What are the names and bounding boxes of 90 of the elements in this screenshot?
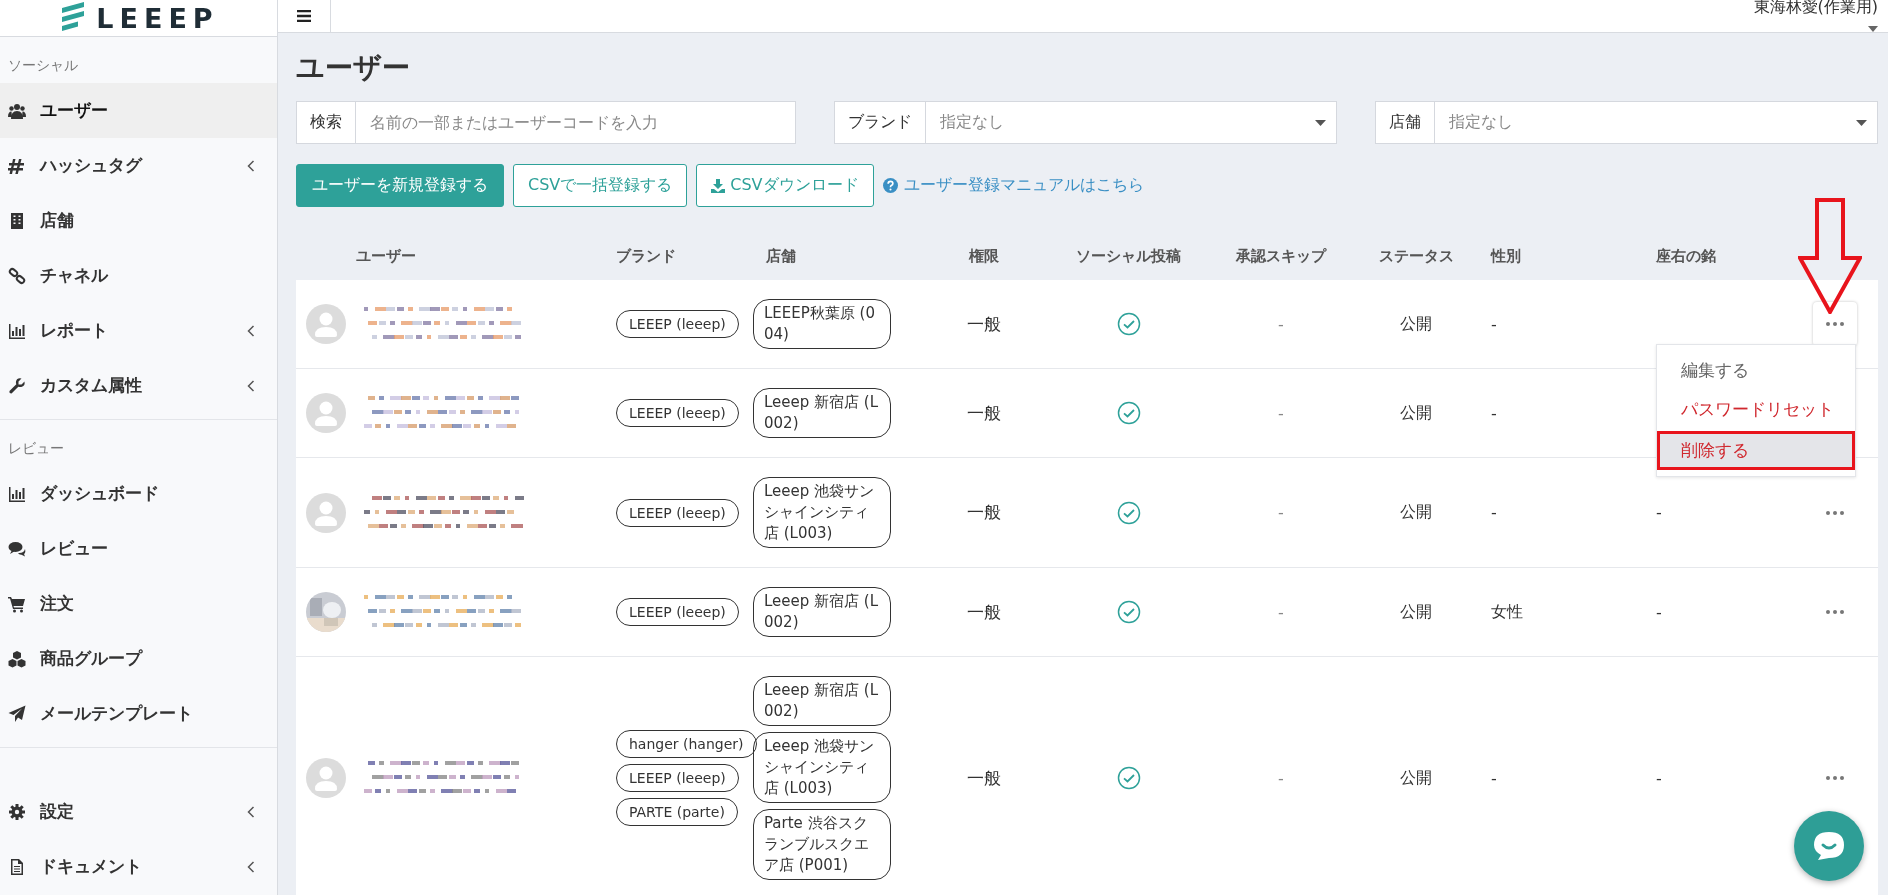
store-tag: Leeep 新宿店 (L002) (753, 676, 891, 726)
more-icon (1825, 610, 1844, 614)
column-header: 承認スキップ (1235, 246, 1328, 267)
store-tag: Leeep 池袋サンシャインシティ店 (L003) (753, 477, 891, 548)
column-header: ユーザー (355, 246, 417, 267)
sidebar-item[interactable]: 店舗 (0, 193, 277, 248)
column-header: 性別 (1489, 246, 1522, 267)
table-cell: 一般 (966, 501, 1001, 524)
table-cell: 公開 (1400, 402, 1432, 424)
store-tag: Parte 渋谷スクランブルスクエア店 (P001) (753, 809, 891, 880)
chat-icon (1812, 830, 1846, 862)
caret-icon (1315, 119, 1326, 126)
sidebar-item[interactable]: ユーザー (0, 83, 277, 138)
table-cell: 一般 (966, 600, 1001, 624)
table-cell: - (1491, 403, 1497, 423)
plane-icon (8, 704, 26, 723)
sidebar-item[interactable]: レポート (0, 303, 277, 358)
select-field[interactable]: 指定なし (1435, 101, 1878, 144)
table-cell: - (1491, 768, 1497, 788)
table-cell: - (1656, 768, 1662, 788)
sidebar-item[interactable]: 注文 (0, 576, 277, 631)
table-cell: - (1278, 768, 1284, 788)
store-tag: Leeep 池袋サンシャインシティ店 (L003) (753, 732, 891, 803)
menu-item[interactable]: パスワードリセット (1657, 390, 1855, 429)
sidebar-item[interactable]: レビュー (0, 521, 277, 576)
field-label: 検索 (296, 101, 356, 144)
download-icon (711, 178, 726, 193)
store-tag: Leeep 新宿店 (L002) (753, 587, 891, 637)
link-icon (8, 266, 26, 285)
column-header: 座右の銘 (1655, 246, 1717, 267)
more-icon (1825, 510, 1844, 515)
table-cell: - (1278, 403, 1284, 423)
comments-icon (8, 539, 26, 558)
table-cell: 一般 (966, 766, 1001, 790)
hash-icon (8, 156, 26, 175)
table-cell: - (1278, 314, 1284, 334)
table-cell: 公開 (1400, 313, 1432, 335)
table-cell: - (1278, 503, 1284, 522)
store-tag: LEEEP秋葉原 (004) (753, 299, 891, 349)
table-cell: - (1491, 503, 1497, 522)
menu-item[interactable]: 編集する (1657, 351, 1855, 390)
chart-icon (8, 321, 26, 340)
more-icon (1825, 776, 1844, 780)
column-header: ステータス (1377, 246, 1455, 267)
select-field[interactable]: 指定なし (926, 101, 1337, 144)
column-header: 店舗 (765, 246, 797, 267)
chart-icon (8, 484, 26, 503)
menu-item[interactable]: 削除する (1660, 434, 1852, 467)
sidebar-item[interactable]: ハッシュタグ (0, 138, 277, 193)
section-label: ソーシャル (7, 56, 79, 75)
table-cell: 一般 (966, 401, 1001, 425)
table-cell: - (1656, 503, 1662, 522)
section-label: レビュー (7, 439, 65, 458)
users-icon (8, 101, 26, 120)
doc-icon (8, 857, 26, 876)
table-cell: 公開 (1400, 767, 1432, 789)
menu-icon (297, 10, 311, 22)
table-cell: 公開 (1400, 502, 1432, 523)
wrench-icon (8, 376, 26, 395)
table-cell: - (1491, 314, 1497, 334)
cubes-icon (8, 649, 26, 668)
store-tag: Leeep 新宿店 (L002) (753, 388, 891, 438)
search-field[interactable]: 名前の一部またはユーザーコードを入力 (356, 101, 796, 144)
more-icon (1825, 322, 1844, 326)
sidebar-item[interactable]: カスタム属性 (0, 358, 277, 413)
cart-icon (8, 594, 26, 613)
sidebar-item[interactable]: ドキュメント (0, 839, 277, 894)
sidebar-item[interactable]: 商品グループ (0, 631, 277, 686)
field-label: 店舗 (1375, 101, 1435, 144)
sidebar-item[interactable]: ダッシュボード (0, 466, 277, 521)
caret-icon[interactable] (1868, 26, 1878, 32)
table-cell: - (1278, 602, 1284, 622)
column-header: ブランド (615, 246, 677, 267)
table-cell: 公開 (1400, 601, 1432, 623)
help-icon (882, 178, 898, 193)
column-header: ソーシャル投稿 (1075, 246, 1182, 267)
sidebar-item[interactable]: チャネル (0, 248, 277, 303)
gear-icon (8, 802, 26, 821)
page-title: ユーザー (296, 50, 411, 86)
column-header: 権限 (967, 246, 1000, 267)
table-cell: 一般 (966, 312, 1001, 336)
caret-icon (1856, 119, 1867, 126)
sidebar-item[interactable]: メールテンプレート (0, 686, 277, 741)
more-button[interactable] (1812, 302, 1857, 346)
field-label: ブランド (834, 101, 926, 144)
table-cell: 女性 (1491, 601, 1523, 623)
logo-text: LEEEP (96, 2, 219, 34)
sidebar-item[interactable]: 設定 (0, 784, 277, 839)
table-cell: - (1656, 602, 1662, 622)
building-icon (8, 211, 26, 230)
